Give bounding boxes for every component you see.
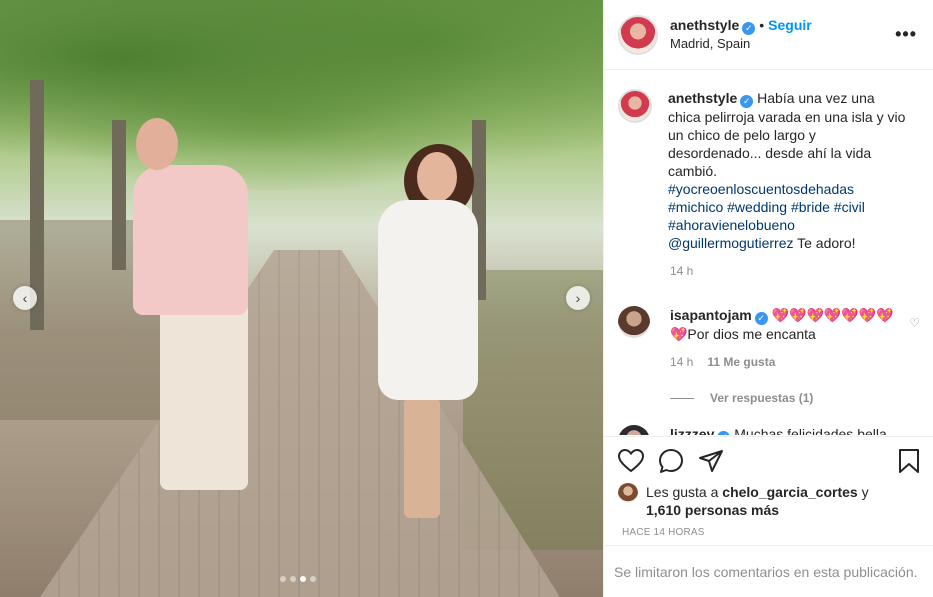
verified-badge-icon: ✓ [754,312,768,325]
comment-time[interactable]: 14 h [670,355,693,369]
caption-username[interactable]: anethstyle [668,90,737,106]
chevron-right-icon: › [575,290,581,306]
likes-prefix: Les gusta a [646,484,723,500]
caption-time[interactable]: 14 h [670,264,693,278]
carousel-dots [280,576,316,582]
chevron-left-icon: ‹ [22,290,28,306]
comment-bubble-icon[interactable] [658,448,684,474]
hashtag-link[interactable]: #yocreoenloscuentosdehadas [668,181,854,197]
carousel-next-button[interactable]: › [566,286,590,310]
post-actions: Les gusta a chelo_garcia_cortes y 1,610 … [604,436,933,538]
share-paper-plane-icon[interactable] [698,449,724,473]
likes-count-link[interactable]: 1,610 personas más [646,502,779,518]
avatar[interactable] [618,89,652,123]
location-link[interactable]: Madrid, Spain [670,35,895,52]
carousel-dot-active [300,576,306,582]
post-header: anethstyle ✓ • Seguir Madrid, Spain ••• [604,0,933,70]
hashtag-link[interactable]: #civil [834,199,865,215]
more-options-icon[interactable]: ••• [895,24,917,45]
woman-figure-face [417,152,457,202]
avatar[interactable] [618,483,638,503]
carousel-prev-button[interactable]: ‹ [13,286,37,310]
comment-like-heart-icon[interactable]: ♡ [909,316,920,330]
comment-username[interactable]: isapantojam [670,307,752,323]
man-figure-pants [160,300,248,490]
comments-list[interactable]: anethstyle ✓ Había una vez una chica peli… [604,71,933,435]
mention-link[interactable]: @guillermogutierrez [668,235,793,251]
avatar[interactable] [618,306,650,338]
tree-canopy [0,0,603,190]
tree-trunk [112,120,126,270]
verified-badge-icon: ✓ [717,431,731,435]
man-figure-shirt [133,165,248,315]
hashtag-link[interactable]: #bride [791,199,830,215]
hashtag-link[interactable]: #wedding [727,199,787,215]
verified-badge-icon: ✓ [740,95,754,108]
woman-figure-dress [378,200,478,400]
caption: anethstyle ✓ Había una vez una chica peli… [618,89,920,252]
follow-button[interactable]: Seguir [768,17,812,33]
hashtag-link[interactable]: #michico [668,199,723,215]
post-side-panel: anethstyle ✓ • Seguir Madrid, Spain ••• ane… [603,0,933,597]
comment-username[interactable]: lizzzev [670,426,714,435]
comment-text: Muchas felicidades bella [730,426,887,435]
carousel-dot [290,576,296,582]
save-bookmark-icon[interactable] [898,448,920,474]
avatar[interactable] [618,425,650,435]
post-photo[interactable]: ‹ › [0,0,603,597]
caption-tail: Te adoro! [793,235,856,251]
separator-dot: • [759,17,765,33]
comment-item: lizzzev✓ Muchas felicidades bella ♡ [618,425,920,435]
caption-text: anethstyle ✓ Había una vez una chica peli… [668,89,908,252]
likes-user-link[interactable]: chelo_garcia_cortes [722,484,857,500]
username-link[interactable]: anethstyle [670,17,739,33]
likes-middle: y [857,484,869,500]
likes-summary: Les gusta a chelo_garcia_cortes y 1,610 … [618,483,920,519]
comment-item: isapantojam ✓ 💖💖💖💖💖💖💖💖Por dios me encanta… [618,306,920,343]
caption-meta: 14 h [670,264,920,278]
comment-likes-count[interactable]: 11 Me gusta [707,355,775,369]
man-figure-head [136,118,178,170]
view-replies-button[interactable]: Ver respuestas (1) [670,391,920,405]
woman-figure-legs [404,398,440,518]
view-replies-label: Ver respuestas (1) [710,391,814,405]
action-icons [618,447,920,475]
comments-closed-notice: Se limitaron los comentarios en esta pub… [604,545,933,597]
comment-meta: 14 h 11 Me gusta [670,355,920,369]
carousel-dot [280,576,286,582]
like-heart-icon[interactable] [618,449,644,473]
verified-badge-icon: ✓ [742,22,756,35]
carousel-dot [310,576,316,582]
replies-divider [670,397,694,399]
avatar[interactable] [618,14,658,55]
post-timestamp[interactable]: HACE 14 HORAS [622,527,920,538]
hashtag-link[interactable]: #ahoravienelobueno [668,217,795,233]
